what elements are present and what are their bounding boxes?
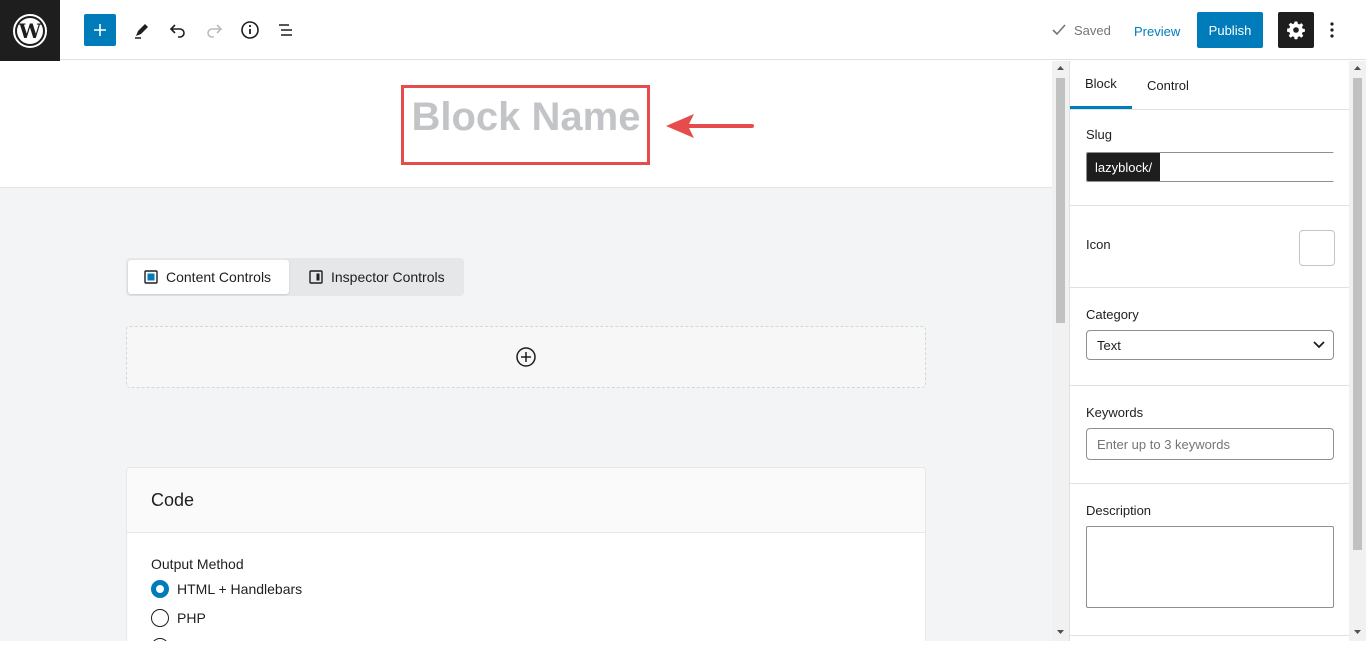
output-option-php[interactable]: PHP <box>151 609 206 627</box>
output-option-label: PHP <box>177 610 206 626</box>
add-control-button[interactable] <box>126 326 926 388</box>
check-icon <box>1052 24 1066 36</box>
slug-input[interactable] <box>1160 153 1349 181</box>
scroll-down-arrow-icon[interactable] <box>1349 625 1366 639</box>
annotation-arrow-icon <box>666 114 754 138</box>
settings-sidebar: Block Control Slug lazyblock/ Icon Categ… <box>1069 61 1349 641</box>
tab-control[interactable]: Control <box>1132 61 1204 109</box>
category-select[interactable]: Text <box>1086 330 1334 360</box>
description-label: Description <box>1086 503 1152 518</box>
tab-content-controls[interactable]: Content Controls <box>128 260 289 294</box>
sidebar-tabs: Block Control <box>1070 61 1349 110</box>
info-icon <box>241 21 259 39</box>
keywords-label: Keywords <box>1086 405 1144 420</box>
svg-text:W: W <box>18 19 42 43</box>
add-block-button[interactable] <box>84 14 116 46</box>
output-option-partial[interactable] <box>151 638 169 641</box>
plus-icon <box>94 24 106 36</box>
output-method-label: Output Method <box>151 556 244 572</box>
slug-prefix: lazyblock/ <box>1087 153 1161 181</box>
radio-unchecked-icon[interactable] <box>151 638 169 641</box>
settings-button[interactable] <box>1278 12 1314 48</box>
list-view-icon <box>279 24 292 36</box>
wordpress-icon[interactable]: W <box>0 0 60 61</box>
editor-toolbar: W Saved Preview Publish <box>0 0 1366 61</box>
slug-field: lazyblock/ <box>1086 152 1349 182</box>
editor-canvas: Block Name Content Controls Inspector Co… <box>0 61 1052 641</box>
radio-unchecked-icon[interactable] <box>151 609 169 627</box>
scroll-down-arrow-icon[interactable] <box>1052 625 1069 639</box>
chevron-down-icon <box>1313 341 1325 349</box>
undo-button[interactable] <box>162 14 194 46</box>
tab-content-controls-label: Content Controls <box>166 269 272 285</box>
block-title-area: Block Name <box>0 61 1052 188</box>
preview-button[interactable]: Preview <box>1128 18 1186 44</box>
icon-picker-button[interactable] <box>1299 230 1335 266</box>
keywords-section: Keywords <box>1070 386 1349 484</box>
vertical-ellipsis-icon <box>1330 22 1334 38</box>
controls-tab-switch: Content Controls Inspector Controls <box>126 258 464 296</box>
scroll-up-arrow-icon[interactable] <box>1349 61 1366 75</box>
scroll-up-arrow-icon[interactable] <box>1052 61 1069 75</box>
redo-icon <box>207 24 223 38</box>
icon-section: Icon <box>1070 206 1349 288</box>
tab-inspector-controls[interactable]: Inspector Controls <box>293 260 462 294</box>
category-label: Category <box>1086 307 1139 322</box>
saved-label: Saved <box>1074 22 1111 38</box>
slug-section: Slug lazyblock/ <box>1070 110 1349 206</box>
options-button[interactable] <box>1322 14 1342 46</box>
sidebar-scrollbar[interactable] <box>1349 61 1366 641</box>
tools-button[interactable] <box>126 14 158 46</box>
output-option-label: HTML + Handlebars <box>177 581 303 597</box>
code-panel-title: Code <box>127 468 925 533</box>
undo-icon <box>169 24 185 38</box>
keywords-input[interactable] <box>1086 428 1334 460</box>
icon-label: Icon <box>1086 237 1111 252</box>
category-section: Category Text <box>1070 288 1349 386</box>
radio-checked-icon[interactable] <box>151 580 169 598</box>
canvas-scroll-thumb[interactable] <box>1056 78 1065 323</box>
pencil-icon <box>135 24 148 39</box>
description-textarea[interactable] <box>1086 526 1334 608</box>
sidebar-scroll-thumb[interactable] <box>1353 78 1362 550</box>
redo-button[interactable] <box>198 14 230 46</box>
description-section: Description <box>1070 484 1349 636</box>
plus-circle-icon <box>516 347 536 367</box>
tab-inspector-controls-label: Inspector Controls <box>331 269 445 285</box>
block-name-input[interactable]: Block Name <box>0 95 1052 140</box>
slug-label: Slug <box>1086 127 1113 142</box>
code-panel: Code Output Method HTML + Handlebars PHP <box>126 467 926 641</box>
content-controls-icon <box>144 270 158 284</box>
publish-button[interactable]: Publish <box>1197 12 1263 48</box>
output-option-html-handlebars[interactable]: HTML + Handlebars <box>151 580 302 598</box>
category-selected-value: Text <box>1097 337 1121 353</box>
gear-icon <box>1287 21 1305 40</box>
list-view-button[interactable] <box>270 14 302 46</box>
canvas-scrollbar[interactable] <box>1052 61 1069 641</box>
inspector-controls-icon <box>309 270 323 284</box>
tab-block[interactable]: Block <box>1070 61 1132 109</box>
details-button[interactable] <box>234 14 266 46</box>
saved-status: Saved <box>1050 20 1111 40</box>
